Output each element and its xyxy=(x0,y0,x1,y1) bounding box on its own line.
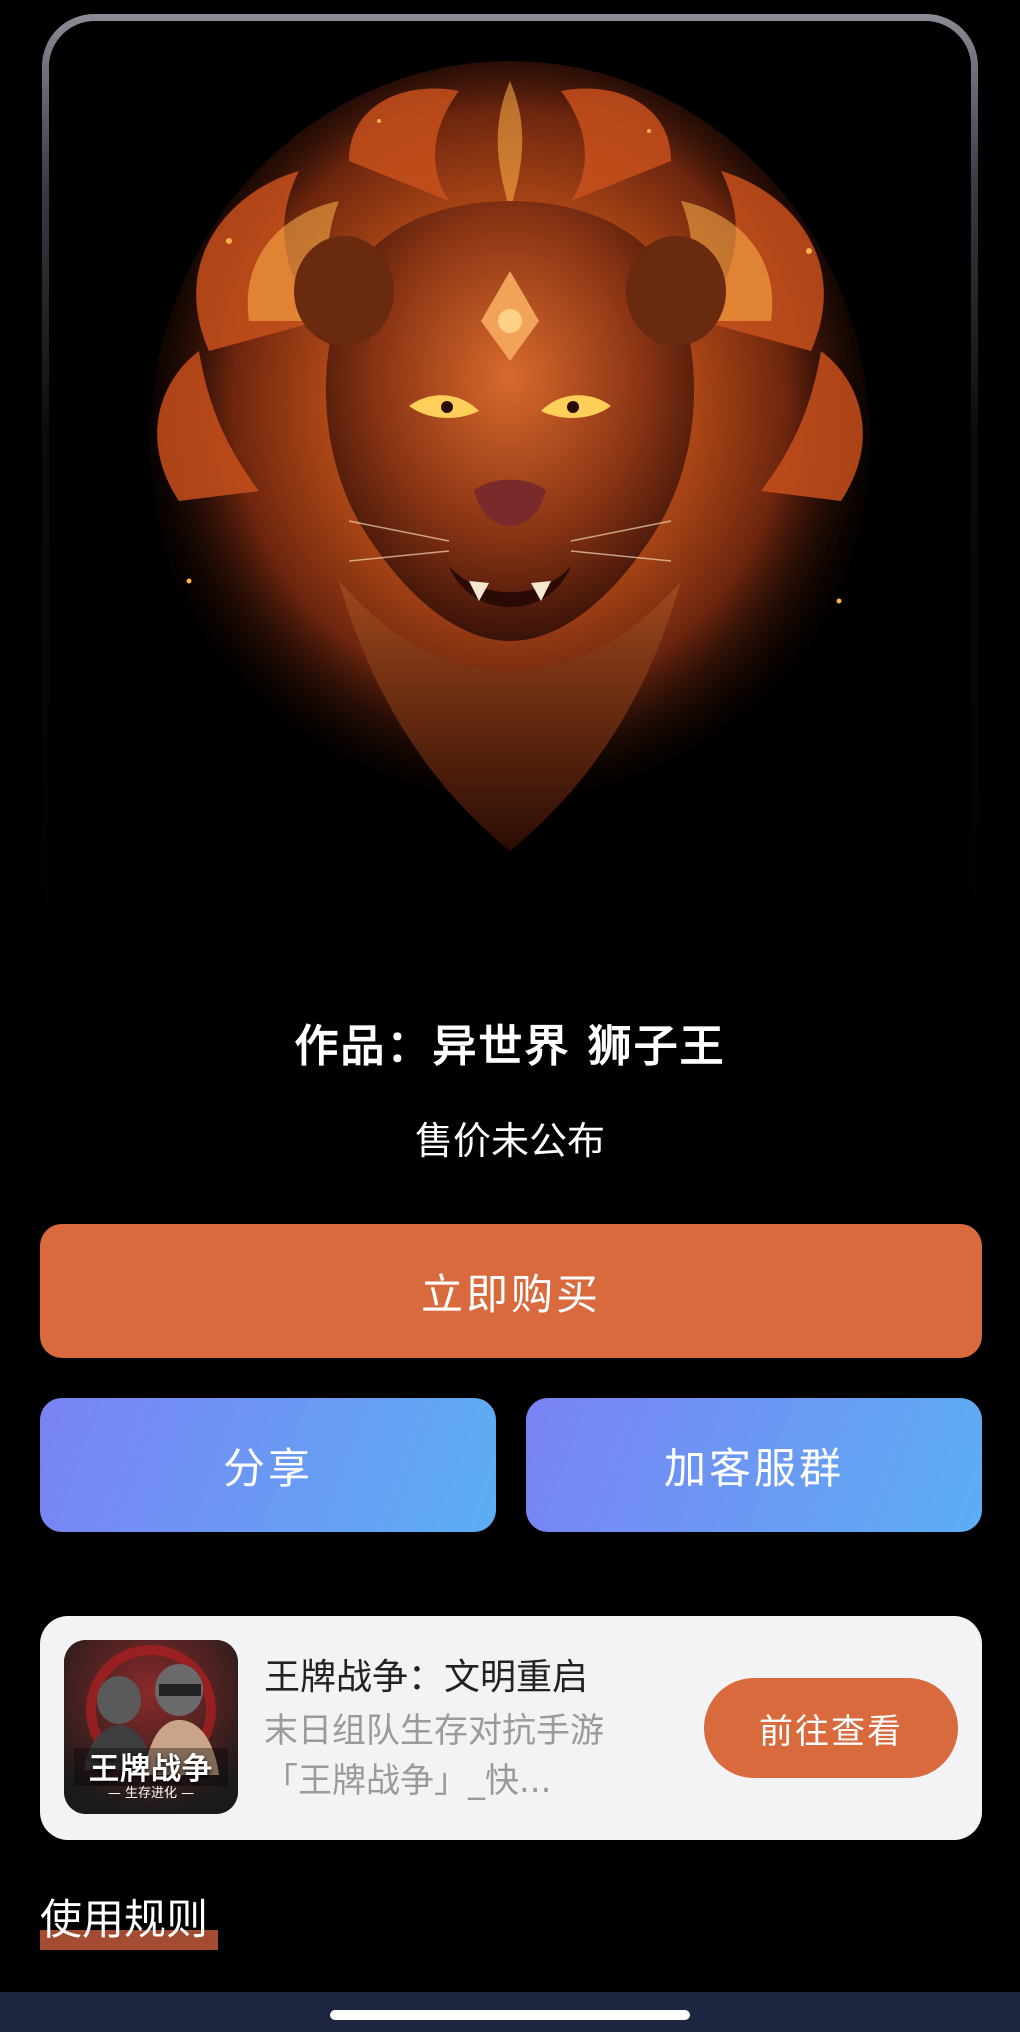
home-indicator[interactable] xyxy=(330,2010,690,2020)
usage-rules-heading[interactable]: 使用规则 xyxy=(40,1886,208,1947)
promo-card[interactable]: 王牌战争 — 生存进化 — 王牌战争：文明重启 末日组队生存对抗手游「王牌战争」… xyxy=(40,1616,982,1840)
artwork-frame xyxy=(42,14,978,954)
promo-title: 王牌战争：文明重启 xyxy=(264,1657,589,1698)
promo-description: 末日组队生存对抗手游「王牌战争」_快... xyxy=(264,1711,604,1801)
product-title: 作品：异世界 狮子王 xyxy=(294,1021,726,1072)
price-status: 售价未公布 xyxy=(414,1119,605,1163)
share-button[interactable]: 分享 xyxy=(40,1398,496,1532)
promo-view-button[interactable]: 前往查看 xyxy=(704,1678,958,1778)
game-thumbnail-image: 王牌战争 — 生存进化 — xyxy=(64,1640,238,1814)
buy-now-button[interactable]: 立即购买 xyxy=(40,1224,982,1358)
game-logo-subtext: — 生存进化 — xyxy=(107,1786,195,1801)
product-detail-page: 作品：异世界 狮子王 售价未公布 立即购买 分享 加客服群 王牌战争 — 生存进… xyxy=(0,0,1020,2032)
join-service-group-button[interactable]: 加客服群 xyxy=(526,1398,982,1532)
lion-artwork-image[interactable] xyxy=(49,21,971,947)
